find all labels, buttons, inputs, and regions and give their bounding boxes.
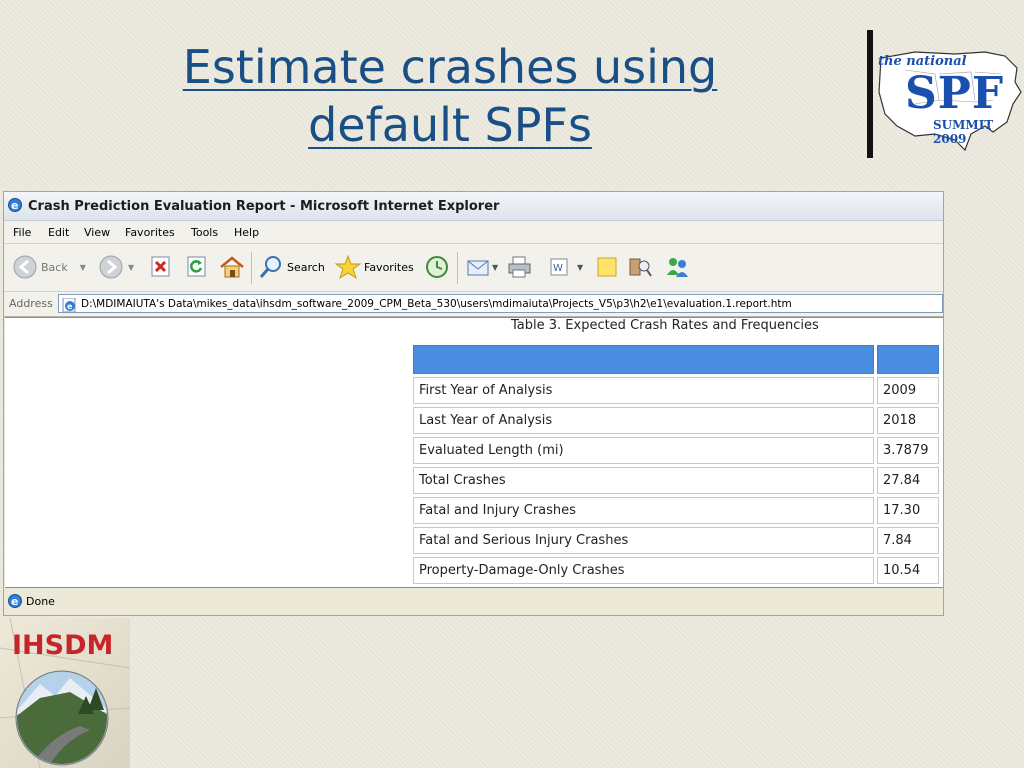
table-row: Total Crashes 27.84 (413, 467, 939, 494)
svg-text:e: e (11, 199, 18, 212)
page-icon: e (62, 297, 78, 316)
refresh-icon (187, 256, 206, 277)
star-icon (335, 254, 361, 280)
table-header-cell (877, 345, 939, 374)
discuss-button[interactable] (596, 254, 618, 280)
row-label: Fatal and Serious Injury Crashes (413, 527, 874, 554)
history-icon (426, 256, 448, 278)
address-value: D:\MDIMAIUTA's Data\mikes_data\ihsdm_sof… (81, 298, 792, 310)
table-row: Fatal and Serious Injury Crashes 7.84 (413, 527, 939, 554)
refresh-button[interactable] (187, 254, 207, 280)
toolbar-separator (251, 252, 252, 284)
row-value: 27.84 (877, 467, 939, 494)
address-label: Address (9, 297, 53, 310)
svg-text:e: e (67, 302, 73, 311)
status-text: Done (26, 595, 55, 608)
table-row: Evaluated Length (mi) 3.7879 (413, 437, 939, 464)
history-button[interactable] (424, 254, 450, 280)
address-input[interactable]: e D:\MDIMAIUTA's Data\mikes_data\ihsdm_s… (58, 294, 943, 313)
ihsdm-logo: IHSDM (0, 618, 130, 768)
back-arrow-icon (13, 255, 37, 279)
row-value: 7.84 (877, 527, 939, 554)
row-value: 17.30 (877, 497, 939, 524)
spf-logo-line2: SPF (905, 68, 1005, 119)
home-button[interactable] (219, 254, 245, 280)
forward-dropdown-icon[interactable]: ▼ (128, 263, 134, 272)
messenger-icon (667, 258, 688, 277)
row-value: 2009 (877, 377, 939, 404)
table-caption: Table 3. Expected Crash Rates and Freque… (511, 318, 819, 333)
slide-title-line2: default SPFs (308, 98, 592, 152)
spf-logo-line3: SUMMIT 2009 (933, 118, 994, 146)
search-button-label: Search (287, 260, 325, 274)
window-title: Crash Prediction Evaluation Report - Mic… (28, 199, 500, 214)
svg-text:W: W (553, 263, 563, 274)
forward-arrow-icon (99, 255, 123, 279)
note-icon (597, 257, 617, 277)
printer-icon (508, 256, 531, 278)
favorites-button[interactable]: Favorites (335, 254, 414, 280)
menu-favorites[interactable]: Favorites (125, 226, 175, 239)
research-button[interactable] (628, 254, 652, 280)
search-icon (259, 256, 281, 278)
ihsdm-logo-text: IHSDM (12, 630, 114, 661)
favorites-button-label: Favorites (364, 260, 414, 274)
crash-rates-table: First Year of Analysis 2009 Last Year of A… (410, 342, 942, 587)
stop-icon (151, 256, 170, 277)
window-titlebar[interactable]: e Crash Prediction Evaluation Report - M… (4, 192, 943, 221)
browser-window: e Crash Prediction Evaluation Report - M… (3, 191, 944, 616)
menu-help[interactable]: Help (234, 226, 259, 239)
table-header-cell (413, 345, 874, 374)
address-bar: Address e D:\MDIMAIUTA's Data\mikes_data… (4, 292, 943, 317)
row-label: Total Crashes (413, 467, 874, 494)
table-row: Property-Damage-Only Crashes 10.54 (413, 557, 939, 584)
mail-icon (467, 260, 489, 276)
home-icon (220, 256, 244, 278)
menu-tools[interactable]: Tools (191, 226, 218, 239)
toolbar: Back ▼ ▼ Search Favorites ▼ W ▼ (4, 244, 943, 292)
slide-title: Estimate crashes using default SPFs (150, 38, 750, 154)
row-value: 3.7879 (877, 437, 939, 464)
menu-edit[interactable]: Edit (48, 226, 69, 239)
table-row: First Year of Analysis 2009 (413, 377, 939, 404)
back-dropdown-icon[interactable]: ▼ (80, 263, 86, 272)
row-value: 2018 (877, 407, 939, 434)
row-label: Evaluated Length (mi) (413, 437, 874, 464)
ie-status-icon: e (7, 593, 23, 613)
messenger-button[interactable] (664, 254, 690, 280)
menu-view[interactable]: View (84, 226, 110, 239)
menu-file[interactable]: File (13, 226, 31, 239)
svg-text:e: e (11, 595, 18, 608)
back-button[interactable]: Back ▼ (12, 254, 86, 280)
word-document-icon: W (550, 258, 568, 276)
menu-bar: File Edit View Favorites Tools Help (4, 221, 943, 244)
table-row: Last Year of Analysis 2018 (413, 407, 939, 434)
table-header-row (413, 345, 939, 374)
edit-dropdown-icon[interactable]: ▼ (577, 263, 583, 272)
page-content: Table 3. Expected Crash Rates and Freque… (5, 317, 943, 588)
spf-summit-logo: the national SPF SUMMIT 2009 (875, 30, 1023, 158)
row-label: Property-Damage-Only Crashes (413, 557, 874, 584)
spf-logo-line1: the national (878, 54, 967, 69)
row-label: First Year of Analysis (413, 377, 874, 404)
forward-button[interactable]: ▼ (98, 254, 134, 280)
logo-divider (867, 30, 873, 158)
print-button[interactable] (507, 254, 533, 280)
research-icon (629, 258, 652, 277)
table-row: Fatal and Injury Crashes 17.30 (413, 497, 939, 524)
back-button-label: Back (41, 260, 68, 274)
row-label: Last Year of Analysis (413, 407, 874, 434)
status-bar: e Done (4, 589, 943, 615)
row-value: 10.54 (877, 557, 939, 584)
search-button[interactable]: Search (258, 254, 325, 280)
slide-title-line1: Estimate crashes using (182, 40, 718, 94)
ie-logo-icon: e (7, 197, 23, 217)
edit-button[interactable]: W ▼ (549, 254, 583, 280)
toolbar-separator (457, 252, 458, 284)
stop-button[interactable] (151, 254, 171, 280)
mail-dropdown-icon[interactable]: ▼ (492, 263, 498, 272)
mail-button[interactable]: ▼ (466, 254, 498, 280)
row-label: Fatal and Injury Crashes (413, 497, 874, 524)
